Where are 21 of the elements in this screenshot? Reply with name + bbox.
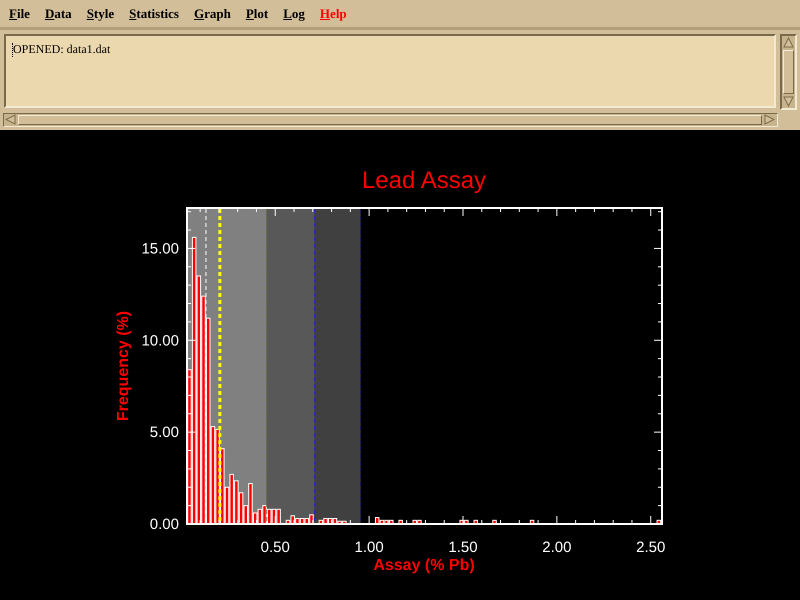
tick-label: 15.00 [141, 240, 179, 258]
log-line: OPENED: data1.dat [13, 42, 110, 57]
menu-item[interactable]: Statistics [129, 4, 179, 24]
chart-title: Lead Assay [362, 167, 486, 194]
menu-item[interactable]: Log [283, 4, 305, 24]
tick-label: 2.50 [636, 539, 666, 556]
menu-item[interactable]: Style [86, 4, 114, 24]
tick-label: 1.50 [448, 539, 478, 556]
tick-label: 5.00 [150, 424, 179, 442]
axis-title: Assay (% Pb) [373, 557, 475, 574]
tick-label: 0.00 [150, 516, 179, 533]
tick-label: 1.00 [354, 539, 384, 556]
menu-item[interactable]: File [9, 4, 30, 24]
tick-label: 2.00 [542, 539, 572, 556]
menu-item[interactable]: Graph [194, 4, 231, 24]
menu-item[interactable]: Plot [246, 4, 268, 24]
tick-label: 0.50 [260, 539, 290, 556]
menu-item[interactable]: Data [44, 4, 72, 24]
tick-label: 10.00 [141, 332, 179, 350]
log-area[interactable]: OPENED: data1.dat [4, 34, 776, 108]
axis-title: Frequency (%) [115, 310, 132, 422]
